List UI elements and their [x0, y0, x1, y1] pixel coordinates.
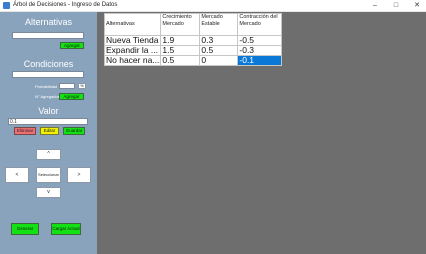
- selected-cell[interactable]: -0.1: [237, 55, 283, 66]
- table-header-row: Alternativas Crecimiento Mercado Mercado…: [103, 13, 283, 36]
- table-cell[interactable]: No hacer na...: [103, 55, 162, 66]
- condicion-input[interactable]: [12, 71, 84, 78]
- table-cell[interactable]: -0.3: [237, 45, 283, 56]
- app-icon: [3, 2, 10, 9]
- nav-down-button[interactable]: v: [36, 187, 61, 198]
- table-row: Nueva Tienda 1.9 0.3 -0.5: [103, 35, 283, 46]
- eliminar-button[interactable]: Eliminar: [14, 127, 36, 135]
- sidebar: Alternativas Agregar Condiciones Probabi…: [0, 12, 97, 254]
- table-cell[interactable]: Nueva Tienda: [103, 35, 162, 46]
- valor-title: Valor: [38, 106, 59, 116]
- agregar-condicion-button[interactable]: Agregar: [59, 93, 84, 100]
- table-cell[interactable]: 0: [199, 55, 239, 66]
- guardar-button[interactable]: Guardar: [63, 127, 85, 135]
- maximize-button[interactable]: □: [391, 1, 401, 10]
- table-cell[interactable]: 1.5: [160, 45, 201, 56]
- close-button[interactable]: ✕: [412, 1, 422, 10]
- table-cell[interactable]: 0.5: [160, 55, 201, 66]
- minimize-button[interactable]: –: [370, 1, 380, 10]
- title-bar: Árbol de Decisiones - Ingreso de Datos –…: [0, 0, 426, 12]
- table-cell[interactable]: 1.9: [160, 35, 201, 46]
- cargar-actual-button[interactable]: Cargar Actual: [51, 223, 81, 235]
- seleccionar-button[interactable]: Seleccionar: [36, 167, 61, 183]
- window-title: Árbol de Decisiones - Ingreso de Datos: [13, 2, 118, 8]
- editar-button[interactable]: Editar: [40, 127, 59, 135]
- table-row: No hacer na... 0.5 0 -0.1: [103, 55, 283, 66]
- data-table: Alternativas Crecimiento Mercado Mercado…: [103, 13, 283, 66]
- generar-button[interactable]: Generar: [11, 223, 39, 235]
- alternativas-title: Alternativas: [24, 17, 73, 27]
- valor-input[interactable]: 0.1: [8, 118, 88, 125]
- table-cell[interactable]: Expandir la ...: [103, 45, 162, 56]
- header-alternativas[interactable]: Alternativas: [103, 13, 162, 36]
- alternativa-input[interactable]: [12, 32, 84, 39]
- header-contraccion[interactable]: Contracción del Mercado: [237, 13, 283, 36]
- table-cell[interactable]: 0.3: [199, 35, 239, 46]
- condiciones-title: Condiciones: [23, 59, 74, 69]
- table-row: Expandir la ... 1.5 0.5 -0.3: [103, 45, 283, 56]
- header-crecimiento[interactable]: Crecimiento Mercado: [160, 13, 201, 36]
- nav-right-button[interactable]: >: [67, 167, 91, 183]
- nav-up-button[interactable]: ^: [36, 149, 61, 160]
- probabilidad-input[interactable]: [59, 83, 75, 89]
- header-estable[interactable]: Mercado Estable: [199, 13, 239, 36]
- agregar-alternativa-button[interactable]: Agregar: [60, 42, 84, 49]
- table-cell[interactable]: 0.5: [199, 45, 239, 56]
- table-cell[interactable]: -0.5: [237, 35, 283, 46]
- probabilidad-label: Probabilidad: [35, 84, 58, 89]
- agregados-label: N° Agregados: [35, 94, 60, 99]
- nav-left-button[interactable]: <: [5, 167, 29, 183]
- percent-label: %: [78, 83, 86, 89]
